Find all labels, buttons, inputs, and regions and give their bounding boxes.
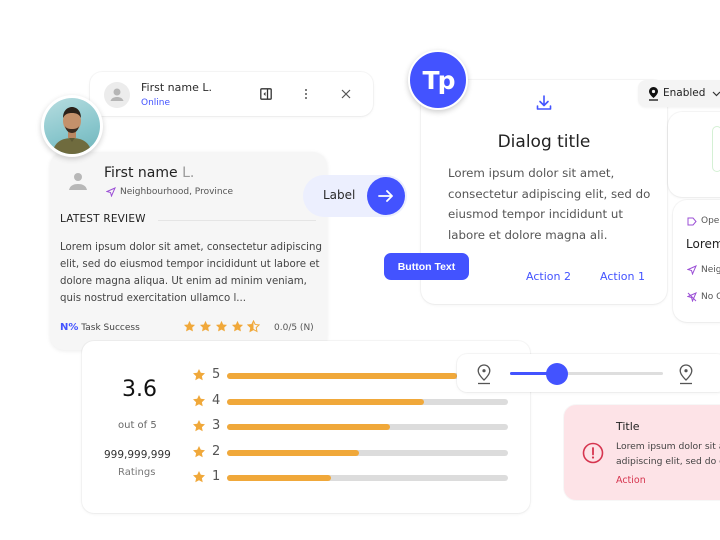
alert-body: Lorem ipsum dolor sit a adipiscing elit,… [616, 439, 720, 469]
online-status: Online [141, 98, 171, 108]
alert-body-line: Lorem ipsum dolor sit a [616, 441, 720, 452]
download-icon [535, 94, 553, 116]
rating-bar-label: 3 [212, 418, 221, 433]
star-rating [183, 320, 260, 333]
rating-bar-fill [227, 398, 424, 405]
note-text: No C [701, 292, 720, 302]
contact-name: First name L. [141, 81, 212, 94]
location-text: Neig [701, 265, 720, 275]
arrow-right-icon [378, 190, 393, 202]
dialog-body: Lorem ipsum dolor sit amet, consectetur … [448, 166, 651, 242]
slider-track[interactable] [510, 363, 663, 385]
review-text: Lorem ipsum dolor sit amet, consectetur … [60, 242, 322, 304]
star-filled-icon [193, 445, 205, 457]
error-icon [582, 442, 604, 464]
section-title: LATEST REVIEW [60, 213, 146, 225]
slider-thumb[interactable] [546, 363, 569, 385]
place-title: Lorem [686, 237, 720, 251]
star-filled-icon [193, 394, 205, 406]
navigation-arrow-icon [687, 265, 697, 275]
rating-bar-fill [227, 449, 360, 456]
star-filled-icon [193, 471, 205, 483]
ratings-count: 999,999,999 [104, 449, 171, 461]
rating-bar-label: 1 [212, 469, 221, 484]
dropdown-value: Enabled [663, 87, 706, 99]
action-2-button[interactable]: Action 2 [526, 270, 571, 283]
card-accent [712, 126, 720, 172]
avatar-placeholder-icon [104, 82, 130, 108]
metric-label: Task Success [81, 323, 140, 333]
app-logo: Tp [408, 50, 468, 110]
arrow-forward-button[interactable] [367, 177, 405, 215]
primary-button[interactable]: Button Text [384, 253, 469, 280]
profile-photo [44, 98, 100, 154]
rating-bar-track [227, 424, 508, 430]
chevron-down-icon [712, 91, 720, 97]
navigation-arrow-icon [106, 187, 116, 197]
task-success-metric: N% Task Success [60, 322, 140, 333]
tag-icon [687, 217, 697, 225]
star-filled-icon [193, 369, 205, 381]
action-1-button[interactable]: Action 1 [600, 270, 645, 283]
rating-text: 0.0/5 (N) [274, 323, 314, 333]
out-of-label: out of 5 [118, 420, 157, 431]
location-pin-icon [679, 364, 693, 385]
more-vertical-icon[interactable] [298, 86, 314, 102]
place-status: Ope [687, 216, 719, 226]
profile-review-card: First name L. Neighbourhood, Province LA… [50, 152, 327, 350]
error-alert: Title Lorem ipsum dolor sit a adipiscing… [564, 405, 720, 500]
location-pin-icon [477, 364, 491, 385]
rating-bar-label: 4 [212, 392, 221, 408]
side-panel-icon[interactable] [258, 86, 274, 102]
dialog-title: Dialog title [497, 132, 591, 152]
place-note: No C [687, 292, 720, 302]
rating-bar-label: 5 [212, 367, 221, 382]
rating-bar-fill [227, 475, 331, 481]
rating-bar-track [227, 449, 508, 456]
metric-value: N% [60, 322, 79, 333]
alert-body-line: adipiscing elit, sed do e [616, 456, 720, 467]
navigation-off-icon [687, 292, 697, 302]
alert-title: Title [616, 420, 640, 433]
star-filled-icon [193, 420, 205, 432]
star-filled-icon [231, 320, 244, 332]
profile-name: First name L. [104, 165, 194, 181]
star-filled-icon [183, 320, 196, 332]
star-filled-icon [199, 320, 212, 332]
status-text: Ope [701, 216, 720, 226]
profile-photo-avatar[interactable] [41, 95, 103, 157]
rating-bar-row: 3 [192, 418, 512, 433]
profile-initial: L. [182, 165, 195, 181]
chip-label: Label [323, 188, 356, 202]
alert-action-link[interactable]: Action [616, 475, 646, 486]
star-half-icon [247, 320, 260, 333]
location-dropdown[interactable]: Enabled [638, 80, 720, 107]
location-pin-icon [649, 87, 658, 101]
chat-header: First name L. Online [90, 72, 373, 116]
partial-card [668, 112, 720, 197]
average-rating: 3.6 [122, 377, 157, 402]
label-chip[interactable]: Label [303, 175, 407, 217]
place-card: Ope Lorem Neig No C [673, 200, 720, 322]
close-icon[interactable] [338, 86, 354, 102]
rating-bar-fill [227, 373, 458, 379]
avatar-placeholder-icon [66, 169, 90, 197]
divider [158, 220, 316, 221]
rating-bar-label: 2 [212, 443, 221, 459]
rating-bar-fill [227, 424, 390, 430]
distance-slider [457, 354, 720, 392]
place-location: Neig [687, 265, 720, 275]
rating-bar-track [227, 475, 508, 481]
rating-bar-row: 4 [192, 392, 512, 408]
rating-bar-row: 1 [192, 469, 512, 484]
profile-first-name: First name [104, 165, 178, 181]
location-text: Neighbourhood, Province [120, 187, 234, 197]
rating-bar-track [227, 398, 508, 405]
ratings-label: Ratings [118, 467, 156, 478]
rating-bar-row: 2 [192, 443, 512, 459]
star-filled-icon [215, 320, 228, 332]
profile-location: Neighbourhood, Province [106, 187, 233, 197]
